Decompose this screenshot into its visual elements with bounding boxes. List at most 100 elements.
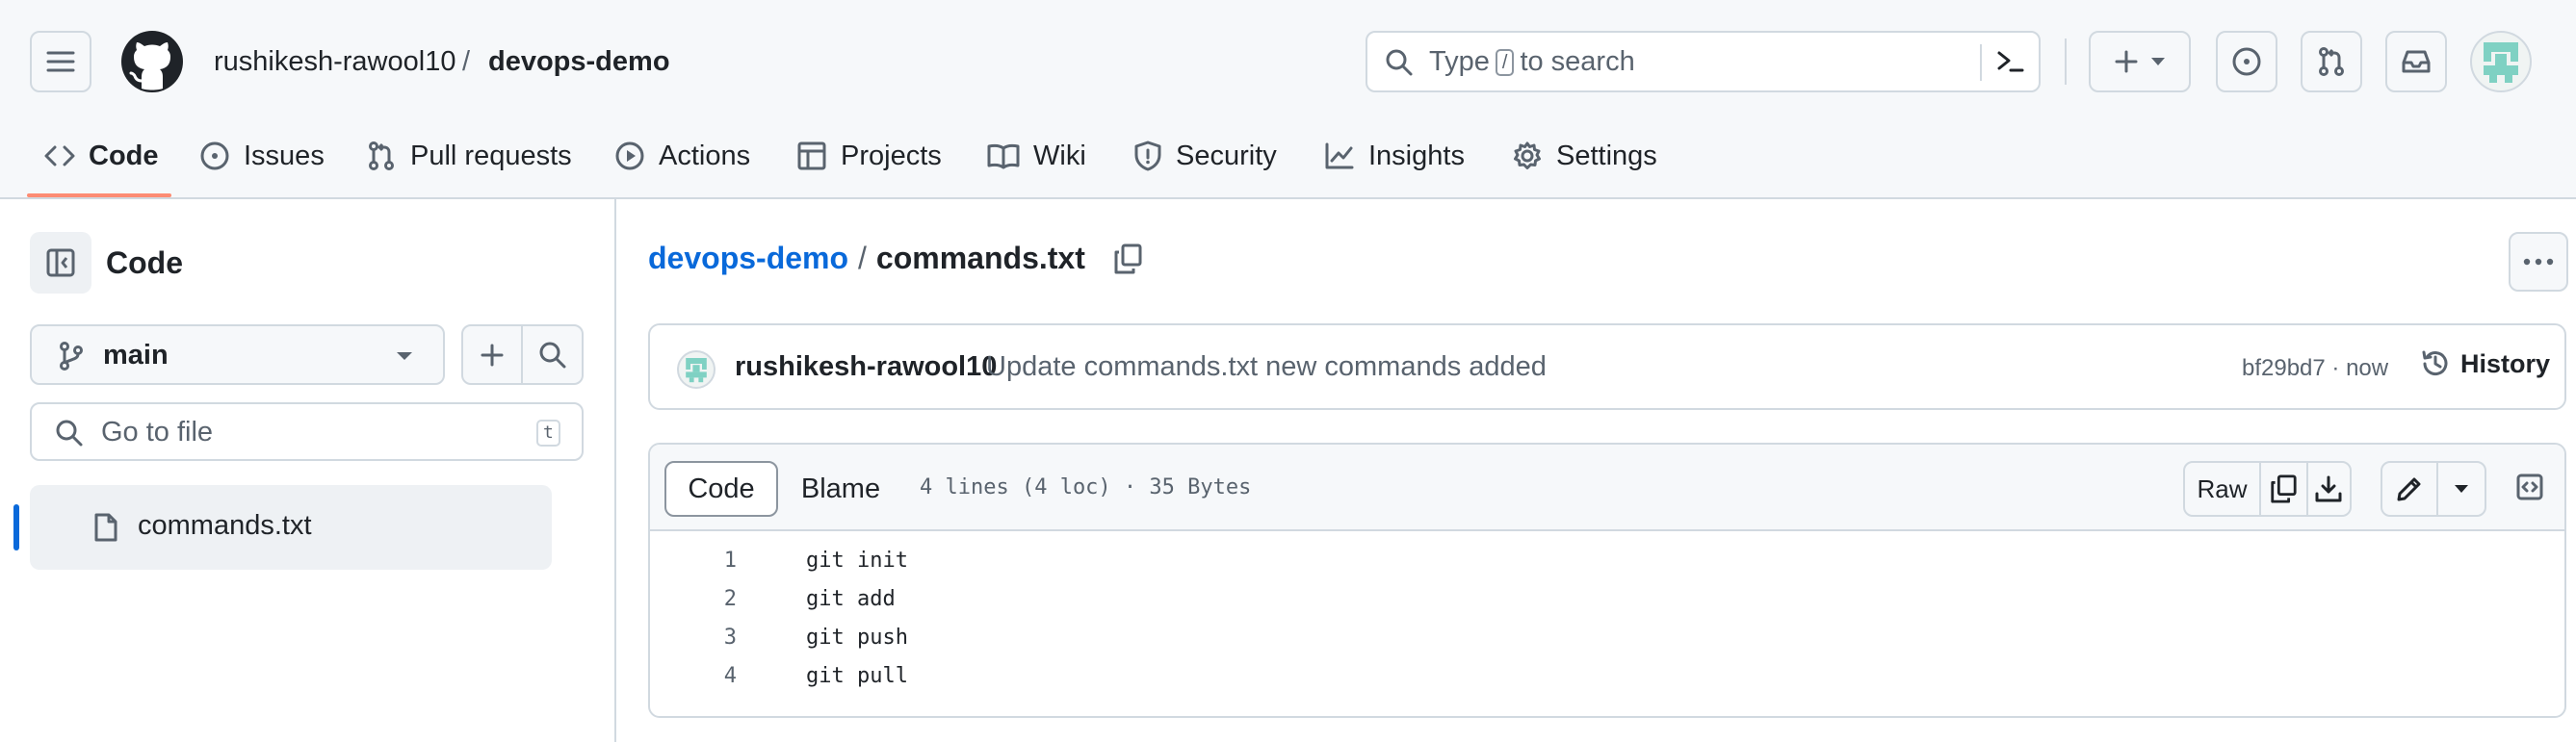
file-path-breadcrumb: devops-demo / commands.txt: [648, 241, 1143, 276]
gear-icon: [1514, 141, 1541, 169]
issues-button[interactable]: [2216, 31, 2277, 92]
download-button[interactable]: [2308, 463, 2350, 515]
play-icon: [615, 141, 644, 170]
tab-insights[interactable]: Insights: [1324, 135, 1465, 177]
line-text: git pull: [806, 663, 908, 688]
line-number[interactable]: 2: [650, 587, 737, 611]
commit-author-avatar[interactable]: [677, 350, 716, 389]
pencil-icon: [2397, 477, 2421, 501]
edit-actions-group: [2381, 461, 2486, 517]
search-input[interactable]: Type / to search: [1366, 31, 2041, 92]
sidebar-divider: [614, 199, 616, 742]
latest-commit-bar: rushikesh-rawool10 Update commands.txt n…: [648, 323, 2566, 410]
avatar[interactable]: [2470, 31, 2532, 92]
line-text: git add: [806, 586, 896, 611]
issue-icon: [2232, 47, 2261, 76]
inbox-icon: [2402, 50, 2431, 73]
edit-file-button[interactable]: [2382, 463, 2438, 515]
copy-icon[interactable]: [1112, 243, 1143, 275]
inbox-button[interactable]: [2385, 31, 2447, 92]
commit-author[interactable]: rushikesh-rawool10: [735, 351, 997, 383]
history-button[interactable]: History: [2420, 348, 2550, 379]
sidebar-actions-group: [461, 324, 584, 385]
code-line: 3 git push: [650, 618, 2564, 656]
tab-issues[interactable]: Issues: [199, 135, 325, 177]
tab-pull-requests[interactable]: Pull requests: [366, 135, 572, 177]
file-icon: [94, 513, 117, 542]
path-filename: commands.txt: [875, 241, 1085, 275]
command-palette-icon[interactable]: [1995, 49, 2026, 76]
tab-insights-label: Insights: [1368, 140, 1465, 171]
caret-down-icon: [2455, 485, 2468, 493]
table-icon: [797, 141, 826, 170]
tab-actions-label: Actions: [659, 140, 751, 171]
branch-selector[interactable]: main: [30, 324, 445, 385]
line-number[interactable]: 4: [650, 664, 737, 688]
hamburger-icon: [46, 51, 75, 72]
tab-security[interactable]: Security: [1133, 135, 1277, 177]
search-divider: [1980, 44, 1982, 81]
tab-projects[interactable]: Projects: [796, 135, 942, 177]
breadcrumb-repo[interactable]: devops-demo: [488, 42, 670, 81]
header-divider: [2065, 38, 2067, 85]
pull-requests-button[interactable]: [2301, 31, 2362, 92]
tab-code-label: Code: [89, 140, 159, 171]
caret-down-icon: [397, 352, 412, 360]
tab-settings[interactable]: Settings: [1512, 135, 1657, 177]
search-shortcut-key: /: [1495, 48, 1515, 76]
pull-request-icon: [2319, 47, 2344, 76]
file-tree-item[interactable]: commands.txt: [30, 485, 552, 570]
view-mode-toggle: Code Blame: [664, 461, 903, 517]
tab-code[interactable]: Code: [44, 135, 159, 177]
copy-icon: [2271, 474, 2297, 503]
raw-button[interactable]: Raw: [2185, 463, 2262, 515]
add-file-button[interactable]: [463, 326, 523, 383]
caret-down-icon: [2151, 58, 2165, 65]
symbols-button[interactable]: [2507, 461, 2553, 517]
search-icon: [56, 420, 83, 447]
tab-wiki[interactable]: Wiki: [987, 135, 1086, 177]
path-repo-link[interactable]: devops-demo: [648, 241, 848, 276]
path-separator: /: [858, 241, 867, 275]
commit-sha-time[interactable]: bf29bd7 · now: [2242, 355, 2388, 382]
shield-icon: [1134, 141, 1161, 171]
go-to-file-input[interactable]: Go to file t: [30, 402, 584, 461]
blame-view-button[interactable]: Blame: [778, 461, 903, 517]
code-view-button[interactable]: Code: [664, 461, 778, 517]
book-icon: [987, 143, 1020, 169]
more-options-button[interactable]: [2509, 232, 2568, 292]
commit-message[interactable]: Update commands.txt new commands added: [986, 351, 1547, 383]
download-icon: [2315, 475, 2342, 502]
copy-raw-button[interactable]: [2261, 463, 2308, 515]
history-icon: [2422, 350, 2448, 376]
issue-icon: [200, 141, 229, 170]
tab-projects-label: Projects: [841, 140, 942, 171]
code-content: 1 git init 2 git add 3 git push 4 git pu…: [650, 541, 2564, 695]
plus-icon: [481, 344, 504, 366]
create-new-button[interactable]: [2089, 31, 2191, 92]
tab-wiki-label: Wiki: [1033, 140, 1086, 171]
breadcrumb-owner[interactable]: rushikesh-rawool10: [214, 42, 455, 81]
tab-actions[interactable]: Actions: [614, 135, 750, 177]
search-icon: [1386, 49, 1413, 76]
history-label: History: [2460, 348, 2551, 378]
line-text: git init: [806, 548, 908, 573]
line-number[interactable]: 3: [650, 626, 737, 650]
edit-options-dropdown[interactable]: [2438, 463, 2485, 515]
selected-file-marker: [13, 504, 19, 550]
tab-security-label: Security: [1176, 140, 1277, 171]
github-logo-icon[interactable]: [121, 31, 183, 92]
line-number[interactable]: 1: [650, 549, 737, 573]
file-viewer-header: Code Blame 4 lines (4 loc) · 35 Bytes Ra…: [650, 445, 2564, 531]
search-files-button[interactable]: [523, 326, 582, 383]
app-header: rushikesh-rawool10 / devops-demo Type / …: [0, 0, 2576, 199]
menu-button[interactable]: [30, 31, 91, 92]
symbols-panel-toggle[interactable]: [2507, 461, 2553, 513]
file-tree-item-name: commands.txt: [138, 510, 312, 541]
code-icon: [44, 145, 75, 166]
breadcrumb-separator: /: [462, 46, 471, 77]
go-to-file-shortcut: t: [536, 420, 560, 447]
code-square-icon: [2516, 473, 2543, 500]
graph-icon: [1325, 142, 1354, 169]
collapse-sidebar-button[interactable]: [30, 232, 91, 294]
